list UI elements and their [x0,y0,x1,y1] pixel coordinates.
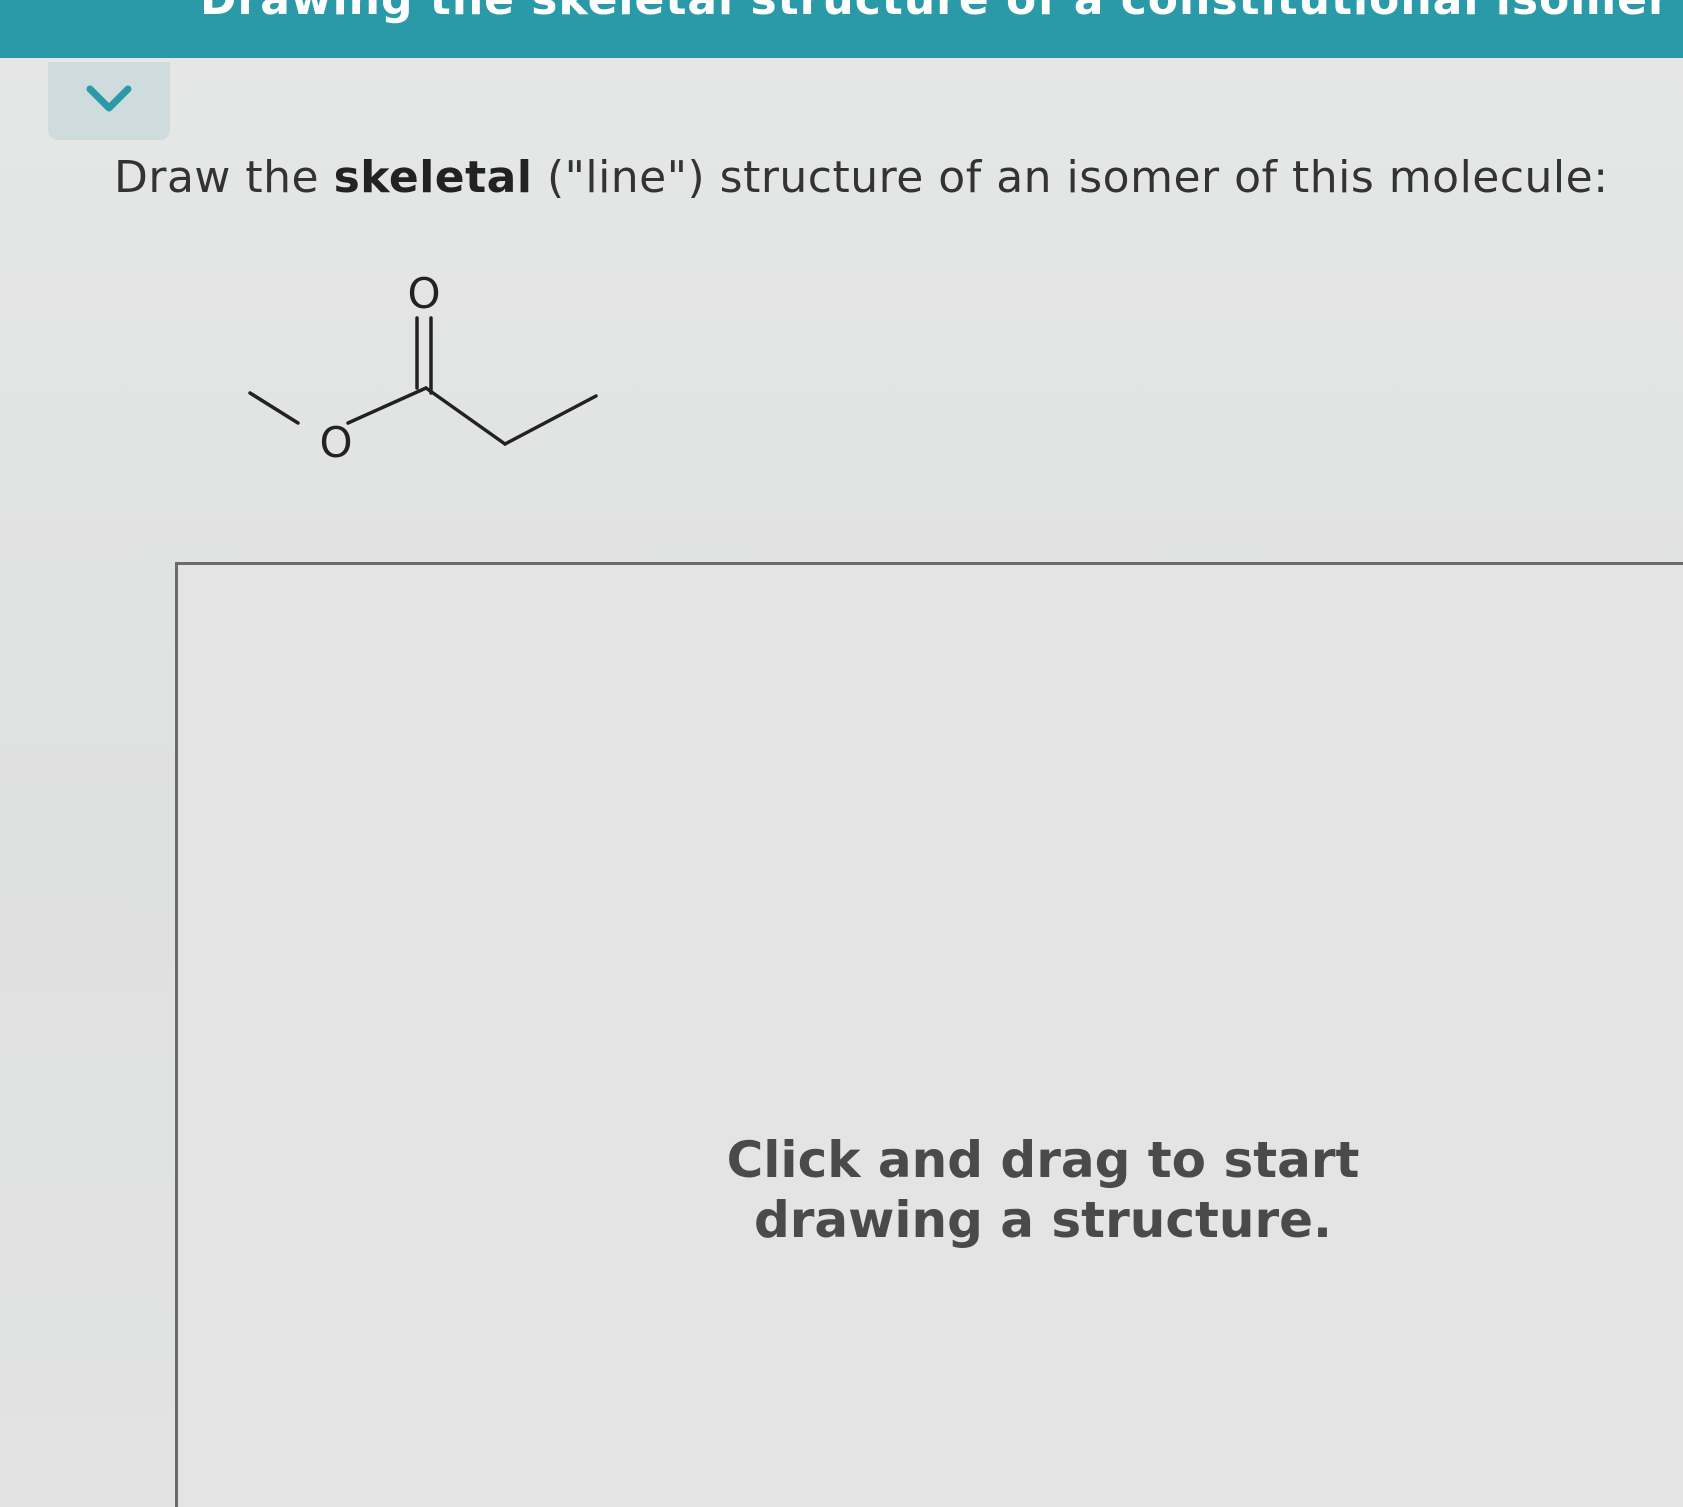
question-prefix: Draw the [114,152,334,203]
drawing-canvas[interactable]: Click and drag to start drawing a struct… [175,562,1683,1507]
molecule-structure: O O [248,269,598,467]
header-bar: Drawing the skeletal structure of a cons… [0,0,1683,58]
question-text: Draw the skeletal ("line") structure of … [114,152,1609,203]
page: Drawing the skeletal structure of a cons… [0,0,1683,1507]
collapse-button[interactable] [48,62,170,140]
ethyl-terminal-bond [503,394,598,446]
methyl-bond [248,391,300,425]
header-title: Drawing the skeletal structure of a cons… [200,0,1671,25]
question-suffix: ("line") structure of an isomer of this … [532,152,1609,203]
carbonyl-oxygen-label: O [407,269,440,318]
question-bold-term: skeletal [333,152,533,203]
chevron-down-icon [86,85,132,112]
alpha-carbon-bond [424,386,507,446]
ether-oxygen-label: O [319,418,352,467]
ester-oxygen-bond [346,386,428,425]
drawing-hint: Click and drag to start drawing a struct… [726,1131,1360,1249]
